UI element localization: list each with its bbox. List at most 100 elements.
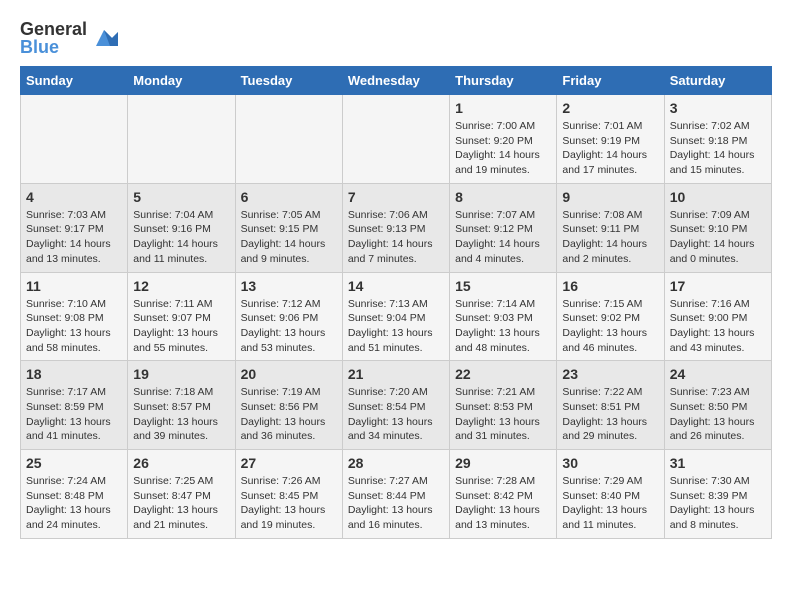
calendar-cell: 29 Sunrise: 7:28 AM Sunset: 8:42 PM Dayli… bbox=[450, 450, 557, 539]
calendar-week-1: 1 Sunrise: 7:00 AM Sunset: 9:20 PM Daylig… bbox=[21, 95, 772, 184]
day-number: 24 bbox=[670, 366, 766, 382]
day-info: Sunrise: 7:23 AM Sunset: 8:50 PM Dayligh… bbox=[670, 385, 766, 444]
calendar-table: SundayMondayTuesdayWednesdayThursdayFrid… bbox=[20, 66, 772, 539]
day-number: 11 bbox=[26, 278, 122, 294]
calendar-cell: 15 Sunrise: 7:14 AM Sunset: 9:03 PM Dayli… bbox=[450, 272, 557, 361]
calendar-cell: 31 Sunrise: 7:30 AM Sunset: 8:39 PM Dayli… bbox=[664, 450, 771, 539]
calendar-week-5: 25 Sunrise: 7:24 AM Sunset: 8:48 PM Dayli… bbox=[21, 450, 772, 539]
day-info: Sunrise: 7:13 AM Sunset: 9:04 PM Dayligh… bbox=[348, 297, 444, 356]
day-info: Sunrise: 7:17 AM Sunset: 8:59 PM Dayligh… bbox=[26, 385, 122, 444]
day-number: 18 bbox=[26, 366, 122, 382]
day-number: 19 bbox=[133, 366, 229, 382]
day-info: Sunrise: 7:03 AM Sunset: 9:17 PM Dayligh… bbox=[26, 208, 122, 267]
day-info: Sunrise: 7:25 AM Sunset: 8:47 PM Dayligh… bbox=[133, 474, 229, 533]
calendar-cell bbox=[342, 95, 449, 184]
day-number: 13 bbox=[241, 278, 337, 294]
day-number: 2 bbox=[562, 100, 658, 116]
header-thursday: Thursday bbox=[450, 67, 557, 95]
calendar-week-3: 11 Sunrise: 7:10 AM Sunset: 9:08 PM Dayli… bbox=[21, 272, 772, 361]
day-info: Sunrise: 7:15 AM Sunset: 9:02 PM Dayligh… bbox=[562, 297, 658, 356]
calendar-cell: 13Sunrise: 7:12 AM Sunset: 9:06 PM Dayli… bbox=[235, 272, 342, 361]
calendar-cell: 18 Sunrise: 7:17 AM Sunset: 8:59 PM Dayli… bbox=[21, 361, 128, 450]
day-number: 1 bbox=[455, 100, 551, 116]
logo-blue: Blue bbox=[20, 38, 87, 56]
calendar-cell: 11 Sunrise: 7:10 AM Sunset: 9:08 PM Dayli… bbox=[21, 272, 128, 361]
calendar-cell: 30Sunrise: 7:29 AM Sunset: 8:40 PM Dayli… bbox=[557, 450, 664, 539]
calendar-cell: 20 Sunrise: 7:19 AM Sunset: 8:56 PM Dayli… bbox=[235, 361, 342, 450]
calendar-cell: 22Sunrise: 7:21 AM Sunset: 8:53 PM Dayli… bbox=[450, 361, 557, 450]
day-number: 16 bbox=[562, 278, 658, 294]
day-number: 26 bbox=[133, 455, 229, 471]
day-info: Sunrise: 7:29 AM Sunset: 8:40 PM Dayligh… bbox=[562, 474, 658, 533]
header-friday: Friday bbox=[557, 67, 664, 95]
calendar-cell: 7Sunrise: 7:06 AM Sunset: 9:13 PM Daylig… bbox=[342, 183, 449, 272]
header-wednesday: Wednesday bbox=[342, 67, 449, 95]
day-info: Sunrise: 7:22 AM Sunset: 8:51 PM Dayligh… bbox=[562, 385, 658, 444]
day-info: Sunrise: 7:21 AM Sunset: 8:53 PM Dayligh… bbox=[455, 385, 551, 444]
calendar-cell: 28 Sunrise: 7:27 AM Sunset: 8:44 PM Dayli… bbox=[342, 450, 449, 539]
calendar-cell: 17Sunrise: 7:16 AM Sunset: 9:00 PM Dayli… bbox=[664, 272, 771, 361]
calendar-cell bbox=[128, 95, 235, 184]
calendar-cell: 1 Sunrise: 7:00 AM Sunset: 9:20 PM Daylig… bbox=[450, 95, 557, 184]
day-info: Sunrise: 7:26 AM Sunset: 8:45 PM Dayligh… bbox=[241, 474, 337, 533]
day-info: Sunrise: 7:18 AM Sunset: 8:57 PM Dayligh… bbox=[133, 385, 229, 444]
logo: General Blue bbox=[20, 20, 118, 56]
header-saturday: Saturday bbox=[664, 67, 771, 95]
day-info: Sunrise: 7:01 AM Sunset: 9:19 PM Dayligh… bbox=[562, 119, 658, 178]
day-number: 15 bbox=[455, 278, 551, 294]
day-info: Sunrise: 7:09 AM Sunset: 9:10 PM Dayligh… bbox=[670, 208, 766, 267]
day-info: Sunrise: 7:30 AM Sunset: 8:39 PM Dayligh… bbox=[670, 474, 766, 533]
calendar-cell: 26 Sunrise: 7:25 AM Sunset: 8:47 PM Dayli… bbox=[128, 450, 235, 539]
day-number: 31 bbox=[670, 455, 766, 471]
day-info: Sunrise: 7:24 AM Sunset: 8:48 PM Dayligh… bbox=[26, 474, 122, 533]
day-number: 9 bbox=[562, 189, 658, 205]
calendar-cell: 6 Sunrise: 7:05 AM Sunset: 9:15 PM Daylig… bbox=[235, 183, 342, 272]
day-number: 23 bbox=[562, 366, 658, 382]
calendar-cell: 8 Sunrise: 7:07 AM Sunset: 9:12 PM Daylig… bbox=[450, 183, 557, 272]
day-number: 28 bbox=[348, 455, 444, 471]
header-tuesday: Tuesday bbox=[235, 67, 342, 95]
day-number: 3 bbox=[670, 100, 766, 116]
day-info: Sunrise: 7:07 AM Sunset: 9:12 PM Dayligh… bbox=[455, 208, 551, 267]
day-number: 6 bbox=[241, 189, 337, 205]
calendar-cell: 16 Sunrise: 7:15 AM Sunset: 9:02 PM Dayli… bbox=[557, 272, 664, 361]
day-info: Sunrise: 7:02 AM Sunset: 9:18 PM Dayligh… bbox=[670, 119, 766, 178]
day-number: 8 bbox=[455, 189, 551, 205]
day-info: Sunrise: 7:10 AM Sunset: 9:08 PM Dayligh… bbox=[26, 297, 122, 356]
day-number: 4 bbox=[26, 189, 122, 205]
day-info: Sunrise: 7:00 AM Sunset: 9:20 PM Dayligh… bbox=[455, 119, 551, 178]
calendar-cell: 14 Sunrise: 7:13 AM Sunset: 9:04 PM Dayli… bbox=[342, 272, 449, 361]
day-info: Sunrise: 7:19 AM Sunset: 8:56 PM Dayligh… bbox=[241, 385, 337, 444]
day-number: 14 bbox=[348, 278, 444, 294]
day-number: 21 bbox=[348, 366, 444, 382]
header-row: SundayMondayTuesdayWednesdayThursdayFrid… bbox=[21, 67, 772, 95]
day-number: 20 bbox=[241, 366, 337, 382]
logo-general: General bbox=[20, 20, 87, 38]
calendar-cell: 3 Sunrise: 7:02 AM Sunset: 9:18 PM Daylig… bbox=[664, 95, 771, 184]
logo-icon bbox=[90, 24, 118, 52]
day-number: 7 bbox=[348, 189, 444, 205]
calendar-cell bbox=[235, 95, 342, 184]
day-number: 27 bbox=[241, 455, 337, 471]
calendar-week-2: 4 Sunrise: 7:03 AM Sunset: 9:17 PM Daylig… bbox=[21, 183, 772, 272]
day-number: 29 bbox=[455, 455, 551, 471]
day-info: Sunrise: 7:27 AM Sunset: 8:44 PM Dayligh… bbox=[348, 474, 444, 533]
calendar-cell: 25 Sunrise: 7:24 AM Sunset: 8:48 PM Dayli… bbox=[21, 450, 128, 539]
calendar-cell: 9Sunrise: 7:08 AM Sunset: 9:11 PM Daylig… bbox=[557, 183, 664, 272]
header-sunday: Sunday bbox=[21, 67, 128, 95]
calendar-cell: 24 Sunrise: 7:23 AM Sunset: 8:50 PM Dayli… bbox=[664, 361, 771, 450]
calendar-cell: 10Sunrise: 7:09 AM Sunset: 9:10 PM Dayli… bbox=[664, 183, 771, 272]
calendar-cell: 21 Sunrise: 7:20 AM Sunset: 8:54 PM Dayli… bbox=[342, 361, 449, 450]
calendar-header: SundayMondayTuesdayWednesdayThursdayFrid… bbox=[21, 67, 772, 95]
day-info: Sunrise: 7:28 AM Sunset: 8:42 PM Dayligh… bbox=[455, 474, 551, 533]
day-info: Sunrise: 7:20 AM Sunset: 8:54 PM Dayligh… bbox=[348, 385, 444, 444]
day-info: Sunrise: 7:05 AM Sunset: 9:15 PM Dayligh… bbox=[241, 208, 337, 267]
day-info: Sunrise: 7:14 AM Sunset: 9:03 PM Dayligh… bbox=[455, 297, 551, 356]
day-info: Sunrise: 7:04 AM Sunset: 9:16 PM Dayligh… bbox=[133, 208, 229, 267]
calendar-body: 1 Sunrise: 7:00 AM Sunset: 9:20 PM Daylig… bbox=[21, 95, 772, 539]
page-header: General Blue bbox=[20, 20, 772, 56]
day-number: 12 bbox=[133, 278, 229, 294]
header-monday: Monday bbox=[128, 67, 235, 95]
calendar-cell: 2 Sunrise: 7:01 AM Sunset: 9:19 PM Daylig… bbox=[557, 95, 664, 184]
day-number: 25 bbox=[26, 455, 122, 471]
